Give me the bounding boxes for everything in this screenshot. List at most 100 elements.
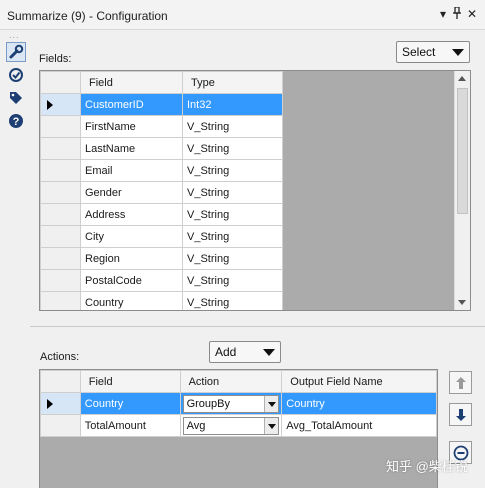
field-row[interactable]: Gender V_String <box>40 181 283 204</box>
field-name-cell[interactable]: FirstName <box>80 115 183 138</box>
chevron-down-icon[interactable] <box>264 395 279 412</box>
action-cell: Avg <box>179 414 283 437</box>
field-name-cell[interactable]: CustomerID <box>80 93 183 116</box>
field-type-cell[interactable]: V_String <box>182 159 283 182</box>
row-header[interactable] <box>40 247 81 270</box>
row-header[interactable] <box>40 115 81 138</box>
field-type-cell[interactable]: V_String <box>182 115 283 138</box>
field-name-cell[interactable]: LastName <box>80 137 183 160</box>
field-row[interactable]: Region V_String <box>40 247 283 270</box>
current-row-icon <box>47 100 53 110</box>
field-row[interactable]: Email V_String <box>40 159 283 182</box>
actions-label: Actions: <box>40 351 80 363</box>
row-header-corner <box>40 71 81 94</box>
field-type-cell[interactable]: V_String <box>182 137 283 160</box>
move-up-button[interactable] <box>449 371 472 394</box>
column-header-output-field-name[interactable]: Output Field Name <box>281 370 437 393</box>
title-bar: Summarize (9) - Configuration ▾ ✕ <box>0 0 485 30</box>
field-row[interactable]: City V_String <box>40 225 283 248</box>
chevron-down-icon[interactable] <box>264 417 279 434</box>
field-type-cell[interactable]: V_String <box>182 291 283 310</box>
scroll-up-icon[interactable] <box>458 76 466 81</box>
pin-icon[interactable] <box>452 6 462 22</box>
watermark-text: 知乎 @柴桂锐 <box>386 459 468 474</box>
field-row[interactable]: Country V_String <box>40 291 283 310</box>
field-type-cell[interactable]: V_String <box>182 269 283 292</box>
dropdown-icon[interactable]: ▾ <box>440 7 446 21</box>
fields-vertical-scrollbar[interactable] <box>454 71 470 310</box>
column-header-field[interactable]: Field <box>79 370 181 393</box>
action-dropdown[interactable]: Avg <box>182 416 280 435</box>
field-name-cell[interactable]: PostalCode <box>80 269 183 292</box>
field-row[interactable]: PostalCode V_String <box>40 269 283 292</box>
arrow-down-icon <box>455 408 466 421</box>
field-row[interactable]: Address V_String <box>40 203 283 226</box>
add-dropdown-label: Add <box>215 345 237 359</box>
column-header-field[interactable]: Field <box>80 71 183 94</box>
action-row[interactable]: TotalAmount Avg Avg_TotalAmount <box>40 414 437 437</box>
field-type-cell[interactable]: V_String <box>182 203 283 226</box>
chevron-down-icon <box>452 49 464 56</box>
field-type-cell[interactable]: V_String <box>182 181 283 204</box>
field-name-cell[interactable]: Address <box>80 203 183 226</box>
field-name-cell[interactable]: Email <box>80 159 183 182</box>
actions-table: Field Action Output Field Name Country Gr… <box>40 370 437 437</box>
field-name-cell[interactable]: Gender <box>80 181 183 204</box>
panel-grip: ... <box>9 30 20 40</box>
row-header-corner <box>40 370 81 393</box>
field-type-cell[interactable]: Int32 <box>182 93 283 116</box>
chevron-down-icon <box>263 349 275 356</box>
field-row[interactable]: CustomerID Int32 <box>40 93 283 116</box>
close-icon[interactable]: ✕ <box>467 7 477 21</box>
action-field-cell[interactable]: TotalAmount <box>79 414 181 437</box>
fields-header-row: Field Type <box>40 71 283 94</box>
svg-text:?: ? <box>13 116 20 128</box>
fields-label: Fields: <box>39 53 72 65</box>
row-header[interactable] <box>40 225 81 248</box>
add-dropdown[interactable]: Add <box>209 341 281 363</box>
column-header-type[interactable]: Type <box>182 71 283 94</box>
action-cell: GroupBy <box>179 392 283 415</box>
row-header[interactable] <box>40 414 81 437</box>
target-icon[interactable] <box>6 65 26 85</box>
action-field-cell[interactable]: Country <box>79 392 181 415</box>
field-row[interactable]: FirstName V_String <box>40 115 283 138</box>
actions-grid[interactable]: Field Action Output Field Name Country Gr… <box>39 369 438 488</box>
fields-table: Field Type CustomerID Int32 FirstName V_Str… <box>40 71 283 310</box>
select-dropdown[interactable]: Select <box>396 41 470 63</box>
fields-grid[interactable]: Field Type CustomerID Int32 FirstName V_Str… <box>39 70 471 311</box>
select-dropdown-label: Select <box>402 45 436 59</box>
tag-icon[interactable] <box>6 88 26 108</box>
output-field-name-cell[interactable]: Country <box>281 392 437 415</box>
field-name-cell[interactable]: Country <box>80 291 183 310</box>
field-type-cell[interactable]: V_String <box>182 247 283 270</box>
field-row[interactable]: LastName V_String <box>40 137 283 160</box>
row-header[interactable] <box>40 137 81 160</box>
row-header[interactable] <box>40 392 81 415</box>
field-type-cell[interactable]: V_String <box>182 225 283 248</box>
actions-header-row: Field Action Output Field Name <box>40 370 437 393</box>
row-header[interactable] <box>40 159 81 182</box>
scroll-down-icon[interactable] <box>458 300 466 305</box>
window-title: Summarize (9) - Configuration <box>7 9 168 23</box>
wrench-icon[interactable] <box>6 42 26 62</box>
action-dropdown-value: GroupBy <box>186 397 230 410</box>
field-name-cell[interactable]: City <box>80 225 183 248</box>
row-header[interactable] <box>40 181 81 204</box>
column-header-action[interactable]: Action <box>179 370 283 393</box>
arrow-up-icon <box>455 376 466 389</box>
scroll-thumb[interactable] <box>457 88 468 214</box>
pane-splitter[interactable] <box>30 326 485 327</box>
help-icon[interactable]: ? <box>6 111 26 131</box>
row-header[interactable] <box>40 203 81 226</box>
action-dropdown[interactable]: GroupBy <box>182 394 280 413</box>
current-row-icon <box>47 399 53 409</box>
row-header[interactable] <box>40 291 81 310</box>
move-down-button[interactable] <box>449 403 472 426</box>
action-row[interactable]: Country GroupBy Country <box>40 392 437 415</box>
row-header[interactable] <box>40 93 81 116</box>
field-name-cell[interactable]: Region <box>80 247 183 270</box>
output-field-name-cell[interactable]: Avg_TotalAmount <box>281 414 437 437</box>
action-dropdown-value: Avg <box>186 419 206 432</box>
row-header[interactable] <box>40 269 81 292</box>
